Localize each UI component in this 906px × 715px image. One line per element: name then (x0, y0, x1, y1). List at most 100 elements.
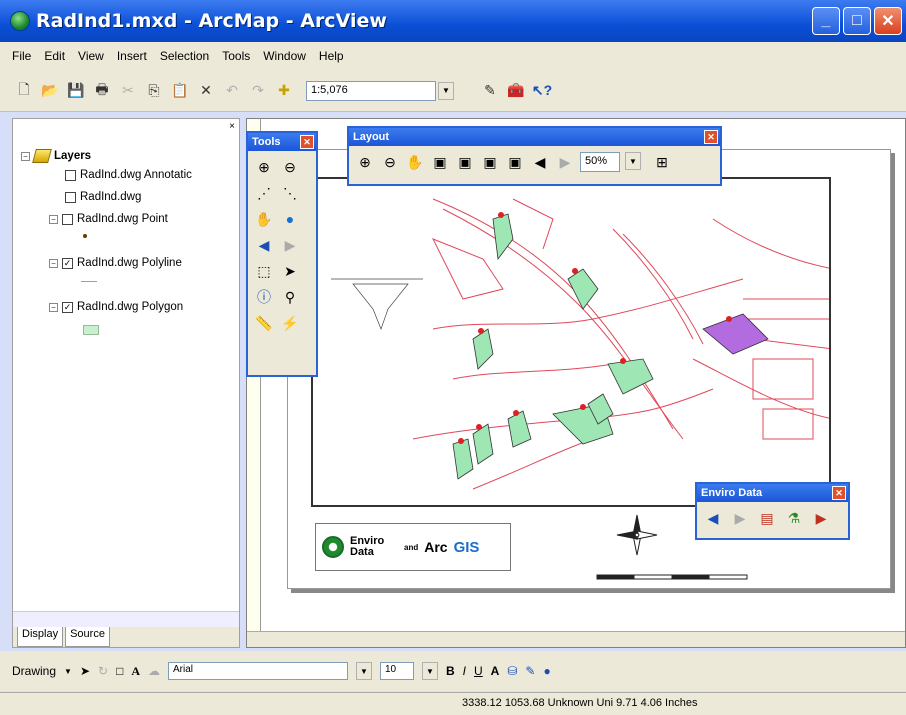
add-data-icon[interactable]: ✚ (274, 81, 294, 101)
fill-color-icon[interactable]: ⛁ (507, 664, 517, 678)
font-dropdown-arrow[interactable]: ▼ (355, 662, 372, 680)
minimize-button[interactable]: _ (812, 7, 840, 35)
delete-icon[interactable]: ✕ (196, 81, 216, 101)
save-icon[interactable]: 💾 (66, 81, 86, 101)
bold-icon[interactable]: B (446, 664, 455, 678)
zoom-out-icon[interactable]: ⊖ (280, 157, 300, 177)
collapse-icon[interactable]: − (21, 151, 30, 161)
enviro-forward-arrow-icon[interactable]: ▶ (730, 508, 750, 528)
map-scale-input[interactable]: 1:5,076 (306, 80, 436, 101)
undo-icon[interactable]: ↶ (222, 81, 242, 101)
menu-selection[interactable]: Selection (158, 48, 211, 64)
enviro-report-icon[interactable]: ▶ (811, 508, 831, 528)
paste-icon[interactable]: 📋 (170, 81, 190, 101)
tools-close-icon[interactable]: ✕ (300, 135, 314, 149)
zoom-100-icon[interactable]: ▣ (455, 152, 475, 172)
tab-display[interactable]: Display (17, 627, 64, 647)
menu-help[interactable]: Help (317, 48, 346, 64)
redo-icon[interactable]: ↷ (248, 81, 268, 101)
font-size-dropdown-arrow[interactable]: ▼ (421, 662, 438, 680)
copy-icon[interactable]: ⎘ (144, 81, 164, 101)
select-elements-icon[interactable]: ⬚ (254, 261, 274, 281)
open-folder-icon[interactable]: 📂 (40, 81, 60, 101)
go-back-extent-icon[interactable]: ◀ (530, 152, 550, 172)
toc-layer-dwg[interactable]: RadInd.dwg (65, 191, 141, 203)
marker-color-icon[interactable]: ● (543, 664, 550, 678)
layout-pan-icon[interactable]: ✋ (405, 152, 425, 172)
layout-zoom-in-icon[interactable]: ⊕ (355, 152, 375, 172)
menu-insert[interactable]: Insert (115, 48, 149, 64)
editor-toolbar-icon[interactable]: ✎ (480, 81, 500, 101)
callout-icon[interactable]: ☁ (148, 664, 160, 678)
tab-source[interactable]: Source (65, 627, 110, 647)
pan-hand-icon[interactable]: ✋ (254, 209, 274, 229)
forward-arrow-icon[interactable]: ▶ (280, 235, 300, 255)
find-binoculars-icon[interactable]: ⚲ (280, 287, 300, 307)
arctoolbox-icon[interactable]: 🧰 (506, 81, 526, 101)
italic-icon[interactable]: I (463, 664, 466, 678)
enviro-select-icon[interactable]: ▤ (757, 508, 777, 528)
drawing-dropdown-arrow-icon[interactable]: ▼ (64, 667, 72, 676)
cut-icon[interactable]: ✂ (118, 81, 138, 101)
layer-checkbox[interactable] (65, 191, 76, 203)
select-pointer-icon[interactable]: ➤ (280, 261, 300, 281)
font-name-input[interactable]: Arial (167, 662, 348, 680)
scale-dropdown-arrow[interactable]: ▼ (438, 81, 454, 100)
layers-root[interactable]: − Layers (21, 149, 91, 163)
toc-layer-polygon[interactable]: − ✓ RadInd.dwg Polygon (49, 301, 183, 313)
fixed-zoom-in-page-icon[interactable]: ▣ (480, 152, 500, 172)
fixed-zoom-out-icon[interactable]: ⋱ (280, 183, 300, 203)
go-forward-extent-icon[interactable]: ▶ (555, 152, 575, 172)
enviro-back-arrow-icon[interactable]: ◀ (703, 508, 723, 528)
line-color-icon[interactable]: ✎ (525, 664, 535, 678)
layout-zoom-out-icon[interactable]: ⊖ (380, 152, 400, 172)
collapse-icon[interactable]: − (49, 302, 58, 312)
layout-close-icon[interactable]: ✕ (704, 130, 718, 144)
toc-horizontal-scrollbar[interactable] (13, 611, 239, 627)
text-tool-icon[interactable]: A (131, 664, 140, 679)
measure-icon[interactable]: 📏 (254, 313, 274, 333)
layer-checkbox[interactable] (62, 213, 73, 225)
hyperlink-icon[interactable]: ⚡ (280, 313, 300, 333)
layout-zoom-input[interactable]: 50% (580, 152, 620, 172)
underline-icon[interactable]: U (474, 664, 483, 678)
back-arrow-icon[interactable]: ◀ (254, 235, 274, 255)
whats-this-help-icon[interactable]: ↖? (532, 81, 552, 101)
font-color-icon[interactable]: A (491, 664, 500, 678)
font-size-input[interactable]: 10 (379, 662, 414, 680)
close-button[interactable]: ✕ (874, 7, 902, 35)
layout-view[interactable]: Enviro Data and Arc GIS (246, 118, 906, 648)
zoom-in-icon[interactable]: ⊕ (254, 157, 274, 177)
toc-layer-polyline[interactable]: − ✓ RadInd.dwg Polyline (49, 257, 182, 269)
menu-tools[interactable]: Tools (220, 48, 252, 64)
layout-zoom-dropdown-arrow[interactable]: ▼ (625, 152, 641, 170)
menu-file[interactable]: File (10, 48, 33, 64)
layer-checkbox[interactable] (65, 169, 76, 181)
fixed-zoom-out-page-icon[interactable]: ▣ (505, 152, 525, 172)
identify-icon[interactable]: ⓘ (254, 287, 274, 307)
select-elements-pointer-icon[interactable]: ➤ (80, 664, 90, 678)
collapse-icon[interactable]: − (49, 214, 58, 224)
rectangle-icon[interactable]: □ (116, 664, 123, 678)
toc-close-icon[interactable]: × (229, 121, 235, 132)
enviro-close-icon[interactable]: ✕ (832, 486, 846, 500)
toc-layer-point[interactable]: − RadInd.dwg Point (49, 213, 168, 225)
full-extent-globe-icon[interactable]: ● (280, 209, 300, 229)
toc-layer-annotation[interactable]: RadInd.dwg Annotatic (65, 169, 192, 181)
view-horizontal-scrollbar[interactable] (247, 631, 905, 647)
menu-window[interactable]: Window (261, 48, 308, 64)
layer-checkbox[interactable]: ✓ (62, 257, 73, 269)
new-document-icon[interactable]: 🗋 (14, 81, 34, 101)
fixed-zoom-in-icon[interactable]: ⋰ (254, 183, 274, 203)
rotate-icon[interactable]: ↻ (98, 664, 108, 678)
print-icon[interactable]: 🖶 (92, 81, 112, 101)
maximize-button[interactable]: □ (843, 7, 871, 35)
drawing-menu-button[interactable]: Drawing (12, 664, 56, 678)
menu-edit[interactable]: Edit (42, 48, 67, 64)
zoom-whole-page-icon[interactable]: ▣ (430, 152, 450, 172)
collapse-icon[interactable]: − (49, 258, 58, 268)
enviro-filter-icon[interactable]: ⚗ (784, 508, 804, 528)
menu-view[interactable]: View (76, 48, 106, 64)
layer-checkbox[interactable]: ✓ (62, 301, 73, 313)
map-data-frame[interactable] (311, 177, 831, 507)
